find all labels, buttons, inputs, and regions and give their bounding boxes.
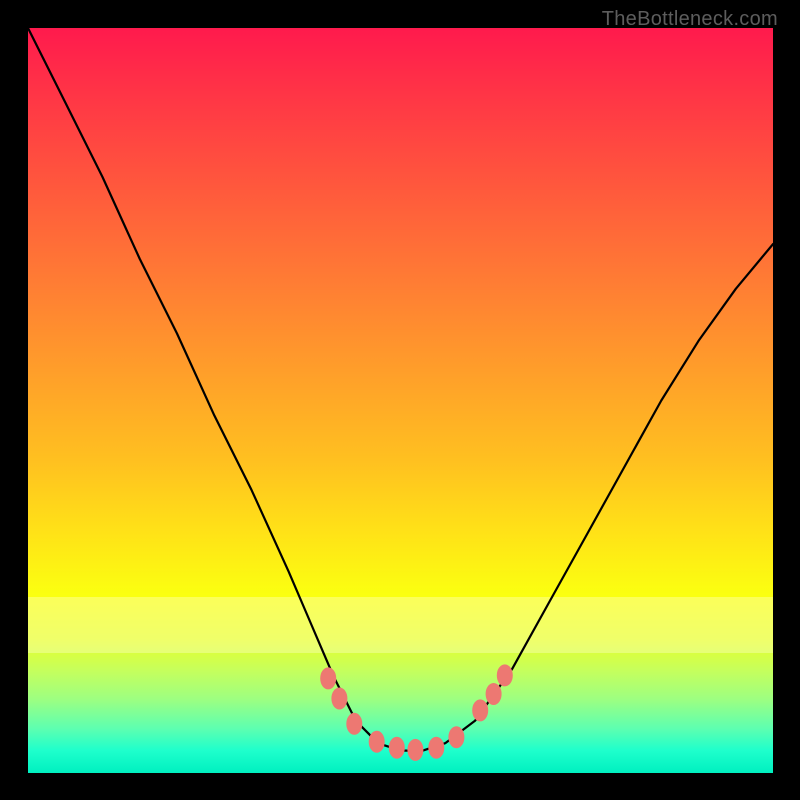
curve-marker	[347, 713, 362, 734]
curve-marker	[408, 739, 423, 760]
curve-marker	[429, 737, 444, 758]
curve-marker	[473, 700, 488, 721]
curve-marker	[497, 665, 512, 686]
bottleneck-curve-svg	[28, 28, 773, 773]
curve-marker	[369, 731, 384, 752]
marker-group	[321, 665, 513, 761]
curve-marker	[389, 737, 404, 758]
watermark-text: TheBottleneck.com	[602, 8, 778, 31]
bottleneck-curve-path	[28, 28, 773, 751]
curve-marker	[486, 684, 501, 705]
curve-marker	[332, 688, 347, 709]
curve-marker	[449, 727, 464, 748]
chart-stage: TheBottleneck.com	[0, 0, 800, 800]
chart-plot-area	[28, 28, 773, 773]
curve-marker	[321, 668, 336, 689]
